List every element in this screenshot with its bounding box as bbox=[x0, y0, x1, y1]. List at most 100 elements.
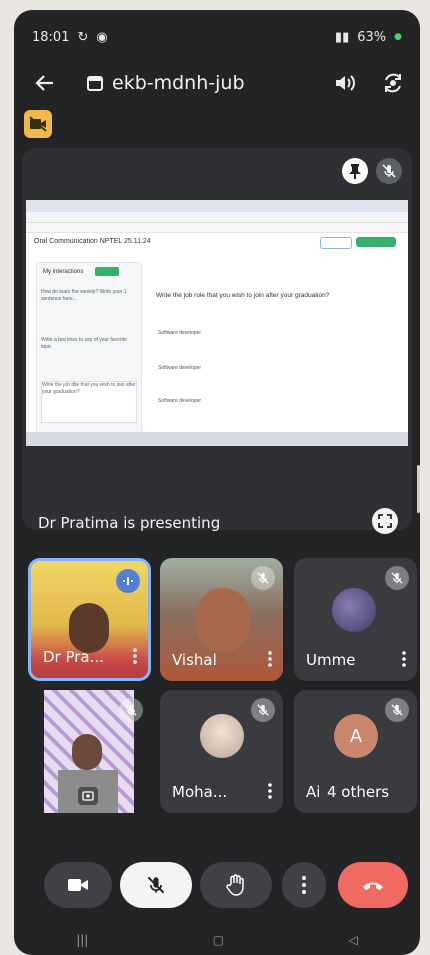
answer-text: Software developer bbox=[158, 330, 202, 336]
question-card: Write a few lines to say of your favorit… bbox=[41, 337, 127, 350]
present-chip bbox=[320, 237, 352, 249]
avatar-letter: A bbox=[349, 725, 363, 747]
end-call-icon bbox=[363, 882, 383, 890]
camera-toggle-button[interactable] bbox=[44, 862, 112, 908]
fullscreen-button[interactable] bbox=[372, 508, 398, 534]
back-button[interactable] bbox=[30, 68, 60, 98]
raise-hand-icon bbox=[226, 874, 244, 896]
pin-icon bbox=[349, 164, 361, 179]
participant-mic-status bbox=[251, 566, 275, 590]
participant-face bbox=[72, 734, 102, 770]
others-tile[interactable]: A Ai 4 others bbox=[294, 690, 417, 813]
participant-name: Ai bbox=[306, 783, 321, 801]
mic-off-icon bbox=[391, 572, 403, 584]
shared-screen: Oral Communication NPTEL 25.11.24 My int… bbox=[26, 200, 408, 446]
page-scrollbar[interactable] bbox=[417, 465, 420, 513]
avatar bbox=[332, 588, 376, 632]
camera-indicator bbox=[78, 787, 98, 805]
mic-off-icon bbox=[147, 876, 165, 894]
others-count-label: 4 others bbox=[327, 783, 390, 801]
signal-icon: ▮▮ bbox=[334, 29, 350, 45]
add-chip bbox=[95, 267, 119, 276]
participant-options-button[interactable] bbox=[130, 644, 140, 668]
more-options-button[interactable] bbox=[282, 862, 326, 908]
shared-page-title: Oral Communication NPTEL 25.11.24 bbox=[34, 238, 151, 245]
more-vert-icon bbox=[133, 648, 137, 664]
answer-text: Software developer bbox=[158, 398, 202, 404]
meeting-code: ekb-mdnh-jub bbox=[112, 72, 245, 94]
fullscreen-icon bbox=[378, 514, 392, 528]
participant-mic-status bbox=[119, 698, 143, 722]
more-vert-icon bbox=[268, 651, 272, 667]
participant-mic-status bbox=[251, 698, 275, 722]
interactions-panel: My interactions How do learn the weekly?… bbox=[36, 262, 142, 434]
participant-name: Moha... bbox=[172, 783, 228, 801]
browser-toolbar bbox=[26, 212, 408, 223]
participant-mic-status bbox=[385, 566, 409, 590]
camera-off-icon bbox=[29, 116, 47, 132]
meeting-app-bar: ekb-mdnh-jub bbox=[14, 60, 420, 106]
microphone-toggle-button[interactable] bbox=[120, 862, 192, 908]
participant-face bbox=[69, 603, 109, 653]
call-controls bbox=[22, 854, 412, 918]
more-vert-icon bbox=[302, 876, 306, 894]
participant-tile[interactable]: Umme bbox=[294, 558, 417, 681]
mic-off-icon bbox=[257, 572, 269, 584]
audio-level-icon bbox=[123, 577, 133, 585]
sync-icon: ↻ bbox=[77, 29, 89, 45]
battery-dot-icon: ● bbox=[394, 32, 402, 42]
mic-off-icon bbox=[125, 704, 137, 716]
participant-options-button[interactable] bbox=[265, 779, 275, 803]
panel-title: My interactions bbox=[43, 269, 84, 275]
participant-name: Vishal bbox=[172, 651, 217, 669]
question-prompt: Write the job role that you wish to join… bbox=[156, 292, 330, 299]
question-card: Write the job title that you wish to joi… bbox=[41, 381, 137, 423]
participant-tile[interactable]: Dr Pra... bbox=[28, 558, 151, 681]
raise-hand-button[interactable] bbox=[200, 862, 272, 908]
camera-icon bbox=[82, 791, 94, 801]
participant-face bbox=[196, 588, 250, 652]
status-bar: 18:01 ↻ ◉ ▮▮ 63% ● bbox=[32, 26, 402, 48]
speaker-icon bbox=[336, 75, 355, 91]
chrome-icon: ◉ bbox=[96, 29, 108, 45]
participant-options-button[interactable] bbox=[399, 647, 409, 671]
switch-camera-icon bbox=[385, 73, 401, 93]
start-chip bbox=[356, 237, 396, 247]
question-card: How do learn the weekly? Write your 1 se… bbox=[41, 289, 127, 302]
mic-off-icon bbox=[382, 164, 396, 178]
more-vert-icon bbox=[268, 783, 272, 799]
switch-camera-button[interactable] bbox=[378, 68, 408, 98]
mic-off-icon bbox=[257, 704, 269, 716]
browser-tabs bbox=[26, 200, 408, 212]
camera-off-notice[interactable] bbox=[24, 110, 52, 138]
system-nav-bar: ||| ▢ ◁ bbox=[14, 928, 420, 952]
meeting-title[interactable]: ekb-mdnh-jub bbox=[86, 72, 245, 94]
home-icon[interactable]: ▢ bbox=[213, 933, 224, 947]
presentation-stage[interactable]: Oral Communication NPTEL 25.11.24 My int… bbox=[22, 148, 412, 530]
audio-output-button[interactable] bbox=[330, 68, 360, 98]
pin-button[interactable] bbox=[342, 158, 368, 184]
participant-tile[interactable]: Vishal bbox=[160, 558, 283, 681]
presenter-mic-status bbox=[376, 158, 402, 184]
windows-taskbar bbox=[26, 432, 408, 446]
back-nav-icon[interactable]: ◁ bbox=[349, 933, 358, 947]
answer-text: Software developer bbox=[158, 365, 202, 371]
bookmarks-bar bbox=[26, 223, 408, 233]
speaking-indicator bbox=[116, 569, 140, 593]
mic-off-icon bbox=[391, 704, 403, 716]
participant-mic-status bbox=[385, 698, 409, 722]
recents-icon[interactable]: ||| bbox=[76, 933, 88, 947]
calendar-icon bbox=[87, 76, 103, 91]
arrow-left-icon bbox=[35, 75, 53, 91]
participant-tile[interactable]: Moha... bbox=[160, 690, 283, 813]
battery-level: 63% bbox=[357, 29, 387, 45]
participant-tile[interactable] bbox=[28, 690, 151, 813]
avatar bbox=[200, 714, 244, 758]
presenting-label: Dr Pratima is presenting bbox=[38, 514, 221, 532]
end-call-button[interactable] bbox=[338, 862, 408, 908]
camera-icon bbox=[68, 879, 88, 891]
more-vert-icon bbox=[402, 651, 406, 667]
phone-screen: 18:01 ↻ ◉ ▮▮ 63% ● ekb-mdnh-jub Oral Com… bbox=[14, 10, 420, 955]
participant-name: Dr Pra... bbox=[43, 648, 104, 666]
participant-options-button[interactable] bbox=[265, 647, 275, 671]
